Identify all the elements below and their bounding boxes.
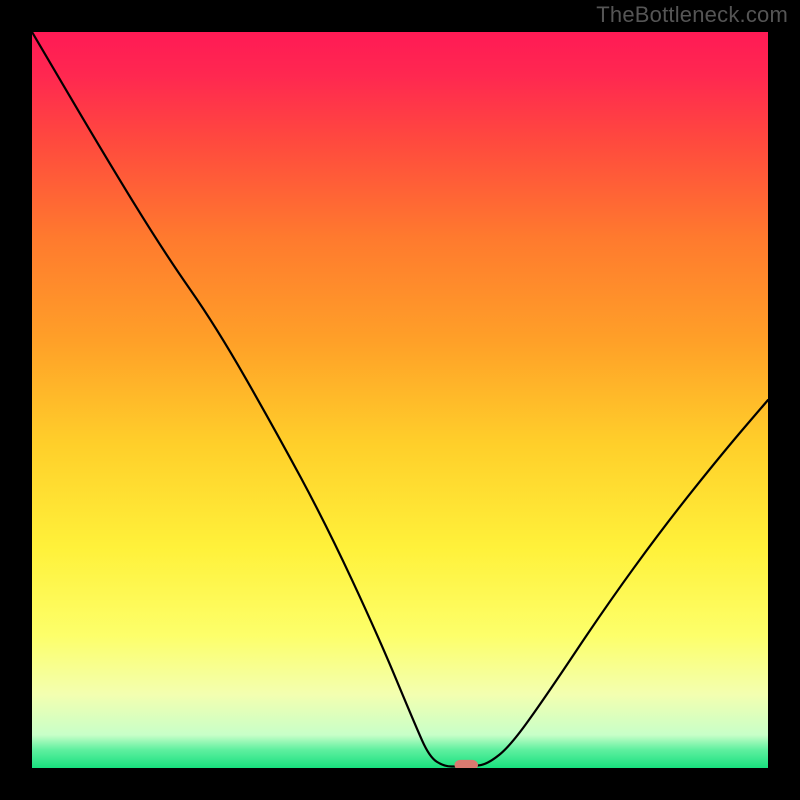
background-rect (32, 32, 768, 768)
chart-frame: { "watermark": "TheBottleneck.com", "col… (0, 0, 800, 800)
watermark-text: TheBottleneck.com (596, 2, 788, 28)
plot-area (32, 32, 768, 768)
optimal-marker (454, 760, 478, 768)
chart-svg (32, 32, 768, 768)
